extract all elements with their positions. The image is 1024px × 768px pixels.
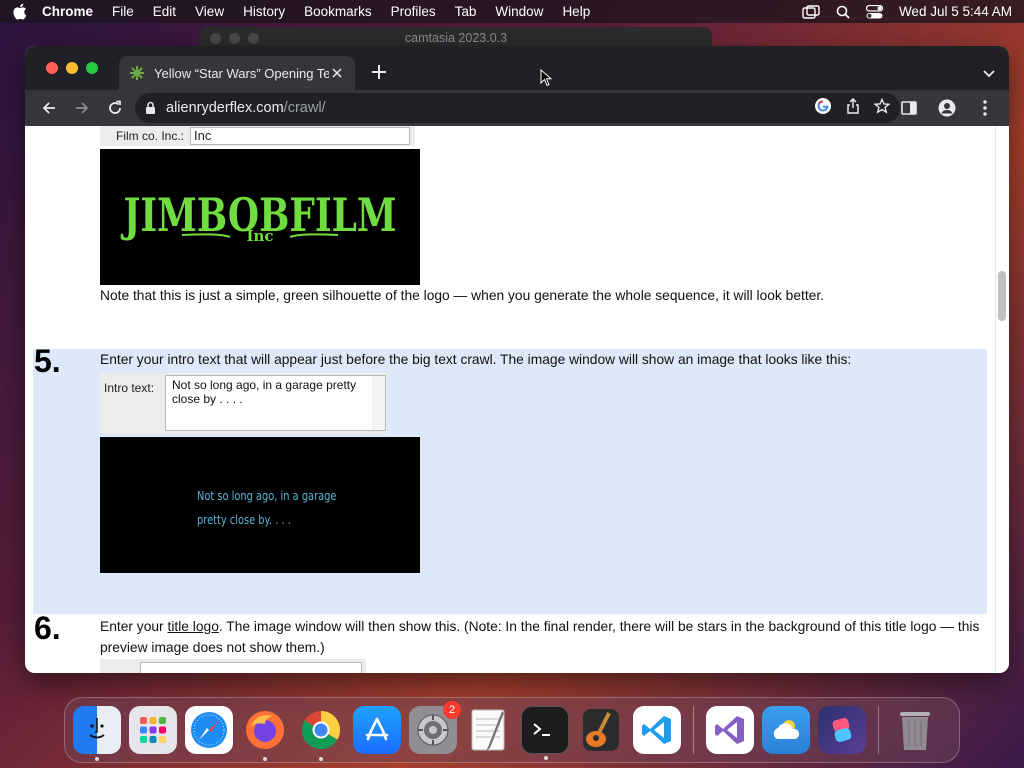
dock-shortcuts-icon[interactable] xyxy=(818,706,866,754)
menu-bar: Chrome File Edit View History Bookmarks … xyxy=(0,0,1024,23)
dock-chrome-icon[interactable] xyxy=(297,706,345,761)
menu-edit[interactable]: Edit xyxy=(153,4,176,19)
dock: 2 xyxy=(64,697,960,763)
menubar-clock[interactable]: Wed Jul 5 5:44 AM xyxy=(899,4,1012,19)
intro-preview-line-2: pretty close by. . . . xyxy=(197,513,291,527)
url-host: alienryderflex.com xyxy=(166,100,284,116)
reload-icon[interactable] xyxy=(101,94,129,122)
camtasia-window-title: camtasia 2023.0.3 xyxy=(404,31,508,45)
share-icon[interactable] xyxy=(846,97,860,118)
dock-system-settings-icon[interactable]: 2 xyxy=(409,701,461,754)
browser-tab-active[interactable]: Yellow “Star Wars” Opening Te xyxy=(119,56,355,90)
intro-preview-line-1: Not so long ago, in a garage xyxy=(197,489,337,503)
browser-toolbar: alienryderflex.com/crawl/ xyxy=(25,90,1009,126)
minimize-window-button[interactable] xyxy=(66,62,78,74)
menu-bookmarks[interactable]: Bookmarks xyxy=(304,4,372,19)
control-center-icon[interactable] xyxy=(865,4,883,19)
dock-launchpad-icon[interactable] xyxy=(129,706,177,754)
forward-arrow-icon[interactable] xyxy=(68,94,96,122)
dock-weather-icon[interactable] xyxy=(762,706,810,754)
step-5-text: Enter your intro text that will appear j… xyxy=(100,352,852,367)
logo-sub-text: Inc xyxy=(246,227,273,245)
tab-close-icon[interactable] xyxy=(329,65,345,81)
profile-avatar-icon[interactable] xyxy=(933,94,961,122)
menu-help[interactable]: Help xyxy=(562,4,590,19)
chrome-menu-icon[interactable] xyxy=(971,94,999,122)
mouse-pointer-icon xyxy=(540,68,553,92)
lock-icon[interactable] xyxy=(145,101,156,115)
menu-file[interactable]: File xyxy=(112,4,134,19)
url-path: /crawl/ xyxy=(283,100,326,116)
intro-text-label: Intro text: xyxy=(104,381,155,395)
menu-window[interactable]: Window xyxy=(495,4,543,19)
dock-vscode-icon[interactable] xyxy=(633,706,681,754)
spotlight-search-icon[interactable] xyxy=(836,5,850,19)
window-controls xyxy=(210,33,259,44)
dock-app-store-icon[interactable] xyxy=(353,706,401,754)
close-window-button[interactable] xyxy=(46,62,58,74)
menu-history[interactable]: History xyxy=(243,4,285,19)
step-6-number: 6. xyxy=(34,610,61,646)
page-scrollbar-thumb[interactable] xyxy=(998,271,1006,321)
title-input-partial[interactable] xyxy=(140,662,362,673)
logo-note-text: Note that this is just a simple, green s… xyxy=(100,288,824,303)
settings-notification-badge: 2 xyxy=(443,701,461,719)
step-6-text-before: Enter your xyxy=(100,619,168,634)
google-lens-icon[interactable] xyxy=(814,97,832,119)
dock-visual-studio-icon[interactable] xyxy=(706,706,754,754)
title-form-row-partial xyxy=(100,659,366,673)
step-6-text: Enter your title logo. The image window … xyxy=(100,616,980,658)
tab-strip: Yellow “Star Wars” Opening Te xyxy=(25,46,1009,90)
intro-preview-image: Not so long ago, in a garage pretty clos… xyxy=(100,437,420,573)
logo-preview-image: JIMBOBFILM Inc xyxy=(100,149,420,285)
side-panel-icon[interactable] xyxy=(895,94,923,122)
tab-search-chevron-icon[interactable] xyxy=(983,65,995,83)
site-favicon-icon xyxy=(129,65,145,81)
screen-mirroring-icon[interactable] xyxy=(802,4,820,19)
dock-firefox-icon[interactable] xyxy=(241,706,289,761)
intro-text-form-row: Intro text: Not so long ago, in a garage… xyxy=(100,373,387,434)
menu-app-chrome[interactable]: Chrome xyxy=(42,4,93,19)
dock-garageband-icon[interactable] xyxy=(577,706,625,754)
dock-safari-icon[interactable] xyxy=(185,706,233,754)
film-co-label: Film co. Inc.: xyxy=(115,129,184,143)
tab-title: Yellow “Star Wars” Opening Te xyxy=(154,65,329,81)
chrome-window: Yellow “Star Wars” Opening Te alienryder… xyxy=(25,46,1009,673)
dock-separator xyxy=(693,706,694,754)
dock-terminal-icon[interactable] xyxy=(521,706,569,760)
intro-text-textarea[interactable]: Not so long ago, in a garage pretty clos… xyxy=(165,375,373,431)
web-page-content: Film co. Inc.: Inc JIMBOBFILM Inc Note t… xyxy=(25,126,1009,673)
zoom-window-button[interactable] xyxy=(86,62,98,74)
dock-trash-icon[interactable] xyxy=(891,706,939,754)
address-bar[interactable]: alienryderflex.com/crawl/ xyxy=(135,93,900,123)
menu-view[interactable]: View xyxy=(195,4,224,19)
page-scrollbar-track[interactable] xyxy=(995,126,1009,673)
menu-tab[interactable]: Tab xyxy=(455,4,477,19)
dock-textedit-icon[interactable] xyxy=(465,706,513,754)
film-co-input[interactable]: Inc xyxy=(190,127,410,145)
traffic-lights xyxy=(46,62,98,74)
dock-separator-2 xyxy=(878,706,879,754)
menu-profiles[interactable]: Profiles xyxy=(391,4,436,19)
film-co-form-row: Film co. Inc.: Inc xyxy=(100,126,415,146)
title-logo-link[interactable]: title logo xyxy=(167,619,218,634)
apple-menu-icon[interactable] xyxy=(12,3,32,20)
step-5-number: 5. xyxy=(34,343,61,379)
bookmark-star-icon[interactable] xyxy=(873,97,891,118)
intro-textarea-scrollbar[interactable] xyxy=(372,375,386,431)
back-arrow-icon[interactable] xyxy=(35,94,63,122)
dock-finder-icon[interactable] xyxy=(73,706,121,761)
step-6-text-after: . The image window will then show this. … xyxy=(100,619,980,655)
new-tab-icon[interactable] xyxy=(370,63,388,81)
